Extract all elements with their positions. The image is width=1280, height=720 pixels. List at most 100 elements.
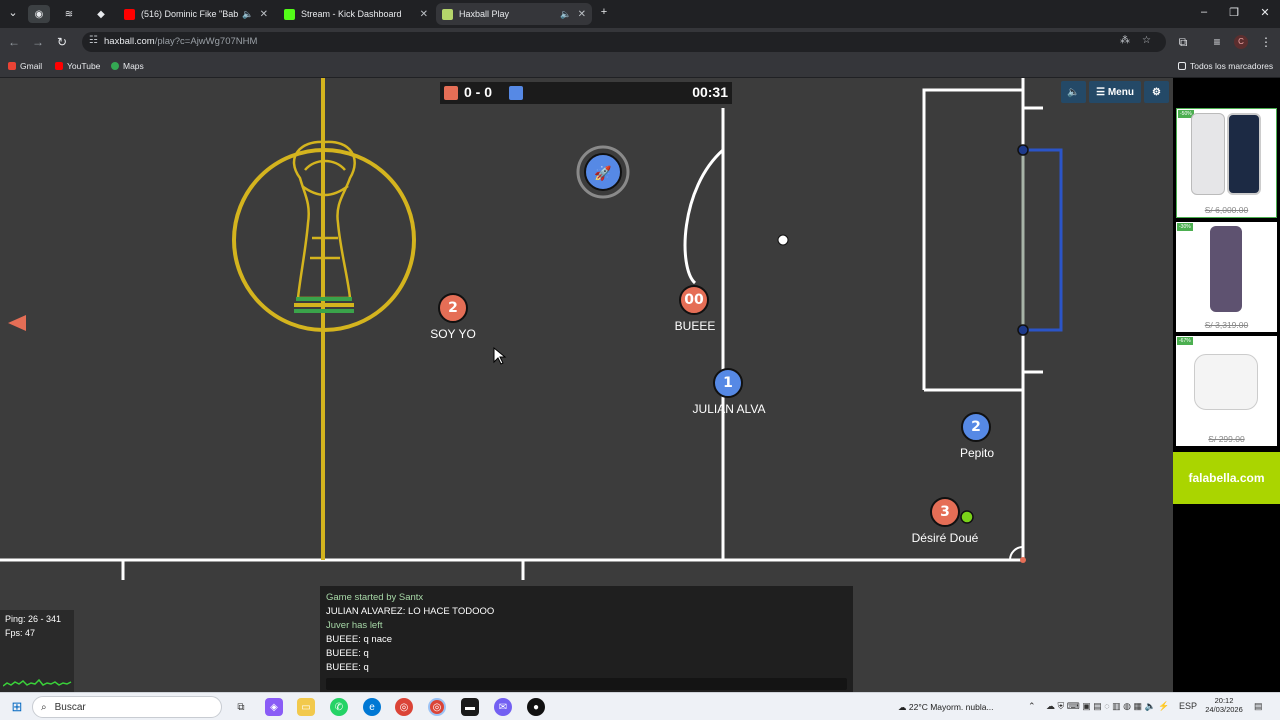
player-disc-red: 2 <box>438 293 468 323</box>
notifications-icon[interactable]: ▤ <box>1254 701 1263 712</box>
messenger-icon[interactable]: ✉ <box>494 698 512 716</box>
bookmark-label: Gmail <box>20 61 43 71</box>
menu-label: Menu <box>1107 86 1134 98</box>
toolbar: ← → ↻ ☷ haxball.com/play?c=AjwWg707NHM ⁂… <box>0 28 1280 56</box>
chat-box: Game started by Santx JULIAN ALVAREZ: LO… <box>320 586 853 692</box>
gear-icon: ⚙ <box>1152 86 1161 98</box>
player-disc-blue: 2 <box>961 412 991 442</box>
ad-price: S/ 299.00 <box>1208 434 1245 444</box>
tray-icons[interactable]: ☁ ⛨ ⌨ ▣ ▤ ◌ ▥ ◍ ▦ 🔈 ⚡ <box>1046 701 1169 712</box>
chrome-active-icon[interactable]: ◎ <box>428 698 446 716</box>
falabella-logo[interactable]: falabella.com <box>1173 452 1280 504</box>
speaker-icon[interactable]: 🔈 <box>242 9 253 20</box>
offscreen-indicator <box>8 315 26 331</box>
ad-product-iphone-silver[interactable]: -50% S/ 6,000.00 <box>1176 108 1277 218</box>
clock-time: 20:12 <box>1214 696 1234 705</box>
menu-kebab-icon[interactable]: ⋮ <box>1259 35 1273 49</box>
chat-line: BUEEE: q <box>326 662 369 673</box>
terminal-icon[interactable]: ▬ <box>461 698 479 716</box>
restore-button[interactable]: ❐ <box>1225 6 1243 19</box>
edge-icon[interactable]: e <box>363 698 381 716</box>
player-disc-blue: 1 <box>713 368 743 398</box>
player-name: SOY YO <box>430 327 476 341</box>
app-icon[interactable]: ● <box>527 698 545 716</box>
file-explorer-icon[interactable]: ▭ <box>297 698 315 716</box>
tab-title: Haxball Play <box>459 9 510 19</box>
url-text: haxball.com/play?c=AjwWg707NHM <box>104 36 257 47</box>
settings-button[interactable]: ⚙ <box>1144 81 1169 103</box>
chat-line: Juver has left <box>326 620 383 631</box>
chat-line: Game started by Santx <box>326 592 424 603</box>
kick-icon <box>284 8 295 20</box>
forward-icon[interactable]: → <box>31 35 45 49</box>
player-name: JULIAN ALVA <box>692 402 766 416</box>
speaker-icon[interactable]: 🔈 <box>560 9 571 20</box>
copilot-icon[interactable]: ◈ <box>265 698 283 716</box>
search-label: Buscar <box>54 701 86 713</box>
phone-front-image <box>1227 113 1261 195</box>
ball <box>777 234 789 246</box>
chat-input[interactable] <box>326 678 847 690</box>
media-icon[interactable]: ≡ <box>1210 35 1224 49</box>
gmail-icon <box>8 62 16 70</box>
tray-chevron-icon[interactable]: ⌃ <box>1028 701 1036 712</box>
extensions-icon[interactable]: ⧉ <box>1176 35 1190 50</box>
ad-product-airpods[interactable]: -67% S/ 299.00 <box>1176 336 1277 446</box>
ping-readout: Ping: 26 - 341 <box>5 614 62 624</box>
clock-date: 24/03/2026 <box>1205 705 1243 714</box>
goal-post <box>1017 324 1029 336</box>
player-disc-red: 3 <box>930 497 960 527</box>
new-tab-button[interactable]: + <box>595 6 613 18</box>
blue-goal-net <box>1023 148 1063 332</box>
game-canvas[interactable]: 🚀 0 - 0 00:31 🔈 ☰ Menu ⚙ 2 SOY YO 00 BUE… <box>0 78 1173 692</box>
close-tab-icon[interactable]: ✕ <box>260 9 268 20</box>
chat-line: JULIAN ALVAREZ: LO HACE TODOOO <box>326 606 495 617</box>
close-tab-icon[interactable]: ✕ <box>578 9 586 20</box>
bookmark-youtube[interactable]: YouTube <box>55 61 100 71</box>
taskbar-search[interactable]: ⌕ Buscar <box>32 696 222 718</box>
task-view-icon[interactable]: ⧉ <box>232 698 250 716</box>
player-name: Désiré Doué <box>911 531 979 545</box>
reload-icon[interactable]: ↻ <box>55 35 69 49</box>
pinned-tab-2[interactable]: ≋ <box>58 5 80 23</box>
sound-button[interactable]: 🔈 <box>1061 81 1086 103</box>
all-bookmarks[interactable]: Todos los marcadores <box>1178 61 1273 71</box>
chrome-icon[interactable]: ◎ <box>395 698 413 716</box>
windows-start-icon[interactable]: ⊞ <box>8 698 26 716</box>
all-bookmarks-label: Todos los marcadores <box>1190 61 1274 71</box>
address-bar[interactable]: ☷ haxball.com/play?c=AjwWg707NHM ⁂ ☆ <box>82 32 1166 52</box>
weather-widget[interactable]: ☁ 22°C Mayorm. nubla... <box>898 702 994 713</box>
bookmark-maps[interactable]: Maps <box>111 61 144 71</box>
close-window-button[interactable]: ✕ <box>1256 6 1274 19</box>
translate-icon[interactable]: ⁂ <box>1120 35 1130 46</box>
minimize-button[interactable]: – <box>1195 6 1213 18</box>
ad-product-iphone-purple[interactable]: -30% S/ 3,319.00 <box>1176 222 1277 332</box>
menu-button[interactable]: ☰ Menu <box>1089 81 1141 103</box>
tab-search-icon[interactable]: ⌄ <box>4 6 22 19</box>
phone-back-image <box>1191 113 1225 195</box>
url-host: haxball.com <box>104 36 155 47</box>
ad-column: -50% S/ 6,000.00 -30% S/ 3,319.00 -67% S… <box>1173 78 1280 692</box>
player-name: Pepito <box>959 446 995 460</box>
tab-kick[interactable]: Stream - Kick Dashboard ✕ <box>278 3 434 25</box>
back-icon[interactable]: ← <box>7 35 21 49</box>
haxball-icon <box>442 8 453 20</box>
language-indicator[interactable]: ESP <box>1179 701 1197 711</box>
earbuds-case-image <box>1194 354 1258 410</box>
tab-haxball[interactable]: Haxball Play 🔈 ✕ <box>436 3 592 25</box>
bookmark-star-icon[interactable]: ☆ <box>1142 35 1151 46</box>
close-tab-icon[interactable]: ✕ <box>420 9 428 20</box>
clock[interactable]: 20:12 24/03/2026 <box>1200 696 1248 714</box>
url-path: /play?c=AjwWg707NHM <box>154 36 258 47</box>
maps-icon <box>111 62 119 70</box>
bookmark-gmail[interactable]: Gmail <box>8 61 42 71</box>
pinned-tab-3[interactable]: ◆ <box>90 5 112 23</box>
tab-youtube[interactable]: (516) Dominic Fike "Babydo 🔈 ✕ <box>118 3 274 25</box>
whatsapp-icon[interactable]: ✆ <box>330 698 348 716</box>
mouse-cursor-icon <box>493 346 507 365</box>
site-info-icon[interactable]: ☷ <box>89 35 98 46</box>
search-icon: ⌕ <box>41 701 47 713</box>
pinned-tab-1[interactable]: ◉ <box>28 5 50 23</box>
score: 0 - 0 <box>464 84 493 100</box>
profile-avatar[interactable]: C <box>1234 35 1248 49</box>
